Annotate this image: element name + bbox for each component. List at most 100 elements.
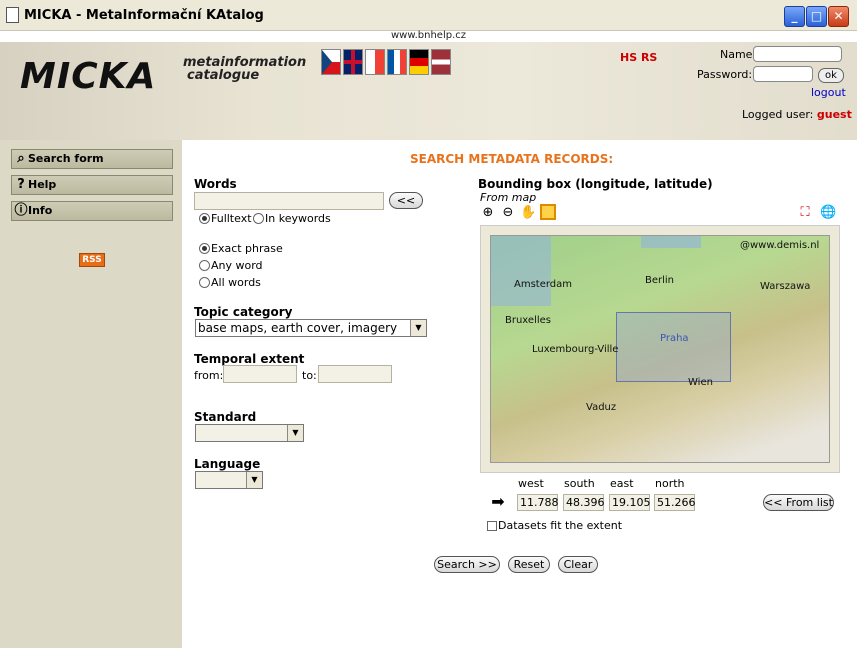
- header-banner: MICKA metainformation catalogue HS RS Na…: [0, 42, 857, 140]
- fulltext-label: Fulltext: [211, 212, 252, 225]
- zoom-out-icon[interactable]: ⊖: [500, 205, 516, 221]
- topic-category-select[interactable]: base maps, earth cover, imagery ▼: [195, 319, 427, 337]
- bbox-rectangle[interactable]: [616, 312, 731, 382]
- password-input[interactable]: [753, 66, 813, 82]
- reset-button[interactable]: Reset: [508, 556, 550, 573]
- topic-category-value: base maps, earth cover, imagery: [198, 321, 398, 335]
- search-button[interactable]: Search >>: [434, 556, 500, 573]
- logged-user-text: Logged user: guest: [742, 108, 852, 121]
- west-input[interactable]: 11.788: [517, 494, 559, 511]
- city-label: Warszawa: [760, 281, 811, 292]
- sea-area: [641, 236, 701, 248]
- map-credit: @www.demis.nl: [740, 240, 820, 251]
- logo-subtitle: metainformation catalogue: [183, 56, 306, 82]
- info-icon: ⓘ: [14, 203, 28, 218]
- zoom-in-icon[interactable]: ⊕: [480, 205, 496, 221]
- any-word-label: Any word: [211, 259, 263, 272]
- west-label: west: [518, 477, 544, 490]
- sidebar-item-label: Help: [28, 178, 57, 191]
- full-extent-icon[interactable]: ⛶: [797, 205, 813, 221]
- in-keywords-radio[interactable]: [253, 213, 264, 224]
- city-label: Wien: [688, 377, 713, 388]
- city-label: Amsterdam: [514, 279, 573, 290]
- maximize-button[interactable]: □: [806, 6, 827, 27]
- south-input[interactable]: 48.396: [563, 494, 605, 511]
- to-label: to:: [302, 369, 317, 382]
- temporal-extent-label: Temporal extent: [194, 352, 305, 366]
- sidebar-item-help[interactable]: ? Help: [11, 175, 173, 195]
- city-label: Praha: [660, 333, 689, 344]
- sidebar-item-info[interactable]: ⓘInfo: [11, 201, 173, 221]
- north-input[interactable]: 51.266: [654, 494, 696, 511]
- rss-button[interactable]: RSS: [79, 253, 105, 267]
- fit-extent-label: Datasets fit the extent: [498, 519, 623, 532]
- all-words-radio[interactable]: [199, 277, 210, 288]
- pan-hand-icon[interactable]: ✋: [520, 205, 536, 221]
- name-label: Name:: [720, 48, 757, 61]
- words-input[interactable]: [194, 192, 384, 210]
- words-helper-button[interactable]: <<: [389, 192, 423, 209]
- logout-link[interactable]: logout: [811, 86, 846, 99]
- city-label: Berlin: [645, 275, 675, 286]
- page-title: SEARCH METADATA RECORDS:: [410, 152, 614, 166]
- minimize-button[interactable]: _: [784, 6, 805, 27]
- name-input[interactable]: [753, 46, 842, 62]
- sidebar-item-search-form[interactable]: ⌕ Search form: [11, 149, 173, 169]
- logged-user-label: Logged user:: [742, 108, 814, 121]
- draw-box-icon[interactable]: [540, 204, 556, 220]
- language-label: Language: [194, 457, 261, 471]
- logo-subtitle-line2: catalogue: [187, 68, 260, 83]
- standard-label: Standard: [194, 410, 257, 424]
- language-select[interactable]: ▼: [195, 471, 263, 489]
- search-form-icon: ⌕: [17, 151, 25, 166]
- city-label: Luxembourg-Ville: [532, 344, 619, 355]
- date-to-input[interactable]: [318, 365, 392, 383]
- flag-fr2-icon[interactable]: [387, 49, 407, 75]
- south-label: south: [564, 477, 595, 490]
- any-word-radio[interactable]: [199, 260, 210, 271]
- ok-button[interactable]: ok: [818, 68, 844, 83]
- sea-area: [491, 236, 551, 306]
- chevron-down-icon: ▼: [246, 472, 262, 488]
- flag-fr-icon[interactable]: [365, 49, 385, 75]
- clear-button[interactable]: Clear: [558, 556, 598, 573]
- fit-extent-checkbox[interactable]: [487, 521, 497, 531]
- from-label: from:: [194, 369, 224, 382]
- flag-gb-icon[interactable]: [343, 49, 363, 75]
- close-button[interactable]: ✕: [828, 6, 849, 27]
- east-label: east: [610, 477, 634, 490]
- from-list-button[interactable]: << From list: [763, 494, 834, 511]
- chevron-down-icon: ▼: [287, 425, 303, 441]
- flag-lv-icon[interactable]: [431, 49, 451, 75]
- url-text: www.bnhelp.cz: [390, 30, 467, 41]
- window-title: MICKA - MetaInformační KAtalog: [24, 8, 264, 23]
- bbox-subtitle: From map: [480, 191, 537, 204]
- flag-cz-icon[interactable]: [321, 49, 341, 75]
- password-label: Password:: [697, 68, 753, 81]
- sidebar: ⌕ Search form ? Help ⓘInfo RSS: [0, 140, 182, 648]
- exact-phrase-label: Exact phrase: [211, 242, 283, 255]
- chevron-down-icon: ▼: [410, 320, 426, 336]
- micka-logo: MICKA: [20, 56, 157, 97]
- hsrs-logo: HS RS: [620, 51, 658, 64]
- east-input[interactable]: 19.105: [609, 494, 651, 511]
- city-label: Vaduz: [586, 402, 617, 413]
- arrow-right-icon: ➡: [491, 492, 505, 511]
- exact-phrase-radio[interactable]: [199, 243, 210, 254]
- in-keywords-label: In keywords: [265, 212, 331, 225]
- date-from-input[interactable]: [223, 365, 297, 383]
- logged-user-name: guest: [816, 108, 852, 121]
- standard-select[interactable]: ▼: [195, 424, 304, 442]
- window-titlebar: MICKA - MetaInformační KAtalog _ □ ✕: [0, 0, 857, 31]
- question-icon: ?: [17, 177, 25, 192]
- bbox-title: Bounding box (longitude, latitude): [478, 177, 713, 191]
- city-label: Bruxelles: [505, 315, 551, 326]
- globe-icon[interactable]: 🌐: [820, 205, 836, 221]
- language-flags: [321, 49, 453, 75]
- topic-category-label: Topic category: [194, 305, 293, 319]
- flag-de-icon[interactable]: [409, 49, 429, 75]
- sidebar-item-label: Search form: [28, 152, 104, 165]
- fulltext-radio[interactable]: [199, 213, 210, 224]
- words-label: Words: [194, 177, 237, 191]
- document-icon: [6, 7, 19, 23]
